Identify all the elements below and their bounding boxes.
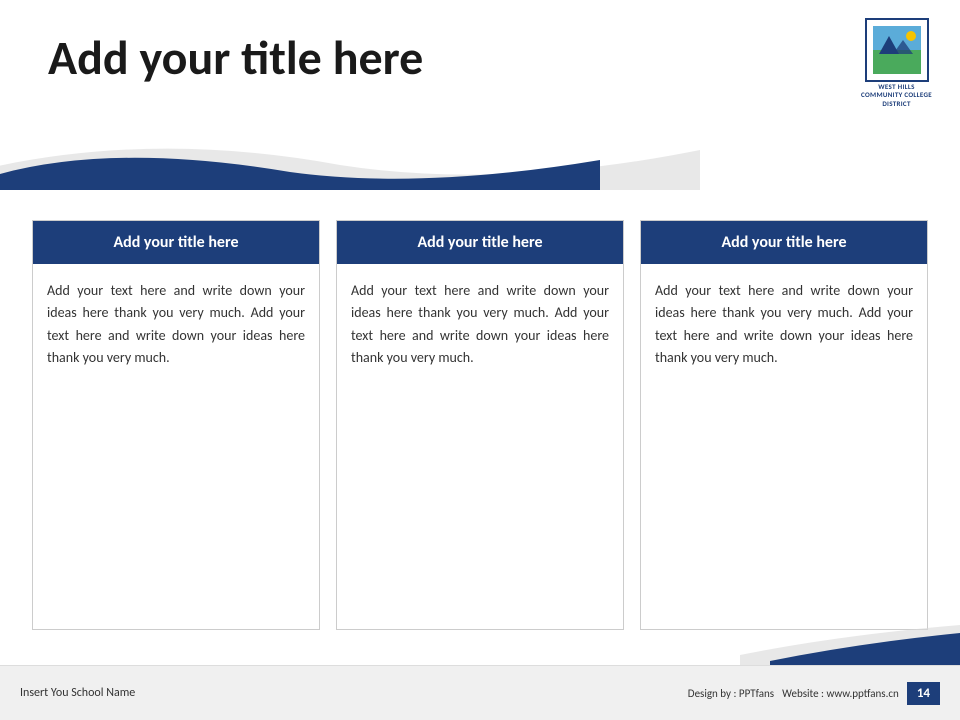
slide: Add your title here WEST HILLSCO xyxy=(0,0,960,720)
column-3-body: Add your text here and write down your i… xyxy=(641,264,927,629)
column-2: Add your title here Add your text here a… xyxy=(336,220,624,630)
swoosh-top xyxy=(0,110,960,190)
columns-area: Add your title here Add your text here a… xyxy=(32,220,928,630)
column-1-header: Add your title here xyxy=(33,221,319,264)
footer-school-name: Insert You School Name xyxy=(20,686,688,700)
logo-icon xyxy=(873,26,921,74)
page-number: 14 xyxy=(907,682,940,705)
column-3-header: Add your title here xyxy=(641,221,927,264)
logo-area: WEST HILLSCOMMUNITY COLLEGEDISTRICT xyxy=(861,18,932,108)
logo-box xyxy=(865,18,929,82)
footer: Insert You School Name Design by : PPTfa… xyxy=(0,665,960,720)
footer-website: Website : www.pptfans.cn xyxy=(782,687,899,700)
column-2-body: Add your text here and write down your i… xyxy=(337,264,623,629)
footer-design-by: Design by : PPTfans xyxy=(688,687,774,700)
swoosh-bottom xyxy=(640,625,960,665)
footer-right: Design by : PPTfans Website : www.pptfan… xyxy=(688,682,940,705)
column-1: Add your title here Add your text here a… xyxy=(32,220,320,630)
column-2-header: Add your title here xyxy=(337,221,623,264)
column-3: Add your title here Add your text here a… xyxy=(640,220,928,630)
main-title: Add your title here xyxy=(48,30,423,85)
logo-text: WEST HILLSCOMMUNITY COLLEGEDISTRICT xyxy=(861,83,932,108)
column-1-body: Add your text here and write down your i… xyxy=(33,264,319,629)
header: Add your title here WEST HILLSCO xyxy=(0,0,960,200)
